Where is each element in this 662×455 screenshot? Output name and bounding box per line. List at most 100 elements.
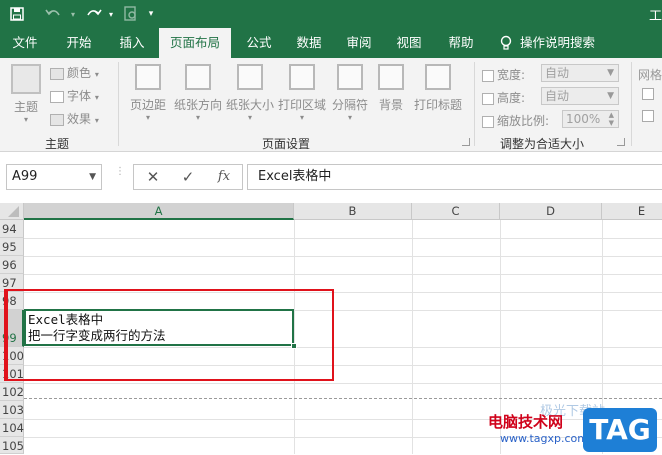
tab-review[interactable]: 审阅 <box>336 28 382 58</box>
column-header-c[interactable]: C <box>412 203 500 220</box>
scale-launcher-icon[interactable] <box>617 138 625 146</box>
themes-label: 主题 <box>13 100 38 114</box>
gridline <box>24 419 662 420</box>
colors-label: 颜色 <box>67 66 92 80</box>
row-header[interactable]: 94 <box>0 220 24 238</box>
width-value: 自动 <box>545 66 570 80</box>
save-icon[interactable] <box>6 0 28 28</box>
tab-formulas[interactable]: 公式 <box>236 28 282 58</box>
orientation-button[interactable]: 纸张方向 ▾ <box>172 64 224 122</box>
insert-function-icon[interactable]: fx <box>209 165 239 189</box>
highlight-annotation-box <box>4 289 334 381</box>
redo-dropdown-icon[interactable]: ▾ <box>100 0 122 28</box>
print-titles-button[interactable]: 打印标题 <box>412 64 464 113</box>
margins-button[interactable]: 页边距 ▾ <box>126 64 170 122</box>
effects-icon <box>50 113 64 126</box>
undo-icon[interactable] <box>42 0 64 28</box>
scale-value: 100% <box>566 112 601 126</box>
resize-handle-icon[interactable]: ⋮ <box>115 167 125 177</box>
select-all-corner[interactable] <box>0 203 24 220</box>
scale-icon <box>482 115 494 128</box>
row-header[interactable]: 102 <box>0 383 24 401</box>
group-separator <box>474 62 475 146</box>
formula-buttons: ✕ ✓ fx <box>133 164 243 190</box>
gridline <box>24 256 662 257</box>
orientation-label: 纸张方向 <box>173 98 222 112</box>
themes-group-label: 主题 <box>45 137 70 151</box>
cancel-icon[interactable]: ✕ <box>138 165 168 189</box>
breaks-icon <box>337 64 363 90</box>
scale-spinner[interactable]: 100% ▲ ▼ <box>562 110 619 128</box>
gridlines-view-checkbox[interactable] <box>642 88 654 100</box>
row-header[interactable]: 105 <box>0 437 24 454</box>
background-button[interactable]: 背景 <box>374 64 408 113</box>
formula-input[interactable]: Excel表格中 <box>247 164 662 190</box>
margins-icon <box>135 64 161 90</box>
orientation-icon <box>185 64 211 90</box>
column-header-b[interactable]: B <box>294 203 412 220</box>
height-dropdown[interactable]: 自动 ▼ <box>541 87 619 105</box>
formula-bar: A99 ▼ ⋮ ✕ ✓ fx Excel表格中 <box>0 152 662 203</box>
tab-home[interactable]: 开始 <box>53 28 105 58</box>
tab-file[interactable]: 文件 <box>0 28 50 58</box>
customize-qat-icon[interactable]: ▾ <box>140 0 162 28</box>
gridline <box>412 220 413 454</box>
themes-button[interactable]: 主题 ▾ <box>8 64 44 124</box>
highlight-annotation-bar <box>4 289 8 381</box>
theme-effects-button[interactable]: 效果 ▾ <box>50 110 99 127</box>
group-separator <box>631 62 632 146</box>
lightbulb-icon <box>500 35 512 50</box>
gridline <box>24 383 662 384</box>
width-icon <box>482 69 494 82</box>
fonts-icon <box>50 90 64 103</box>
width-label: 宽度: <box>497 68 526 82</box>
enter-icon[interactable]: ✓ <box>173 165 203 189</box>
gridline <box>24 238 662 239</box>
watermark-url: www.tagxp.com <box>500 432 588 445</box>
gridlines-heading: 网格 <box>638 68 662 82</box>
background-icon <box>378 64 404 90</box>
width-dropdown[interactable]: 自动 ▼ <box>541 64 619 82</box>
watermark-tag-logo: TAG <box>583 408 657 452</box>
row-header[interactable]: 103 <box>0 401 24 419</box>
tab-page-layout[interactable]: 页面布局 <box>159 28 231 58</box>
tab-help[interactable]: 帮助 <box>438 28 484 58</box>
height-label-row: 高度: <box>482 89 525 106</box>
print-preview-icon[interactable] <box>120 0 142 28</box>
undo-dropdown-icon[interactable]: ▾ <box>62 0 84 28</box>
print-titles-icon <box>425 64 451 90</box>
print-area-icon <box>289 64 315 90</box>
row-header[interactable]: 104 <box>0 419 24 437</box>
page-setup-launcher-icon[interactable] <box>462 138 470 146</box>
fonts-label: 字体 <box>67 89 92 103</box>
print-area-label: 打印区域 <box>277 98 326 112</box>
title-bar: ▾ ▾ ▾ 工 <box>0 0 662 28</box>
column-header-d[interactable]: D <box>500 203 602 220</box>
row-header[interactable]: 95 <box>0 238 24 256</box>
breaks-label: 分隔符 <box>331 98 368 112</box>
row-header[interactable]: 96 <box>0 256 24 274</box>
theme-fonts-button[interactable]: 字体 ▾ <box>50 87 99 104</box>
background-label: 背景 <box>378 98 403 112</box>
breaks-button[interactable]: 分隔符 ▾ <box>329 64 371 122</box>
gridlines-print-checkbox[interactable] <box>642 110 654 122</box>
ribbon-page-layout: 主题 ▾ 颜色 ▾ 字体 ▾ 效果 ▾ 主题 页边距 ▾ 纸张方向 ▾ 纸张大小… <box>0 58 662 152</box>
column-header-e[interactable]: E <box>602 203 662 220</box>
chevron-down-icon: ▼ <box>89 172 96 182</box>
colors-icon <box>50 67 64 80</box>
tab-data[interactable]: 数据 <box>286 28 332 58</box>
size-button[interactable]: 纸张大小 ▾ <box>224 64 276 122</box>
page-setup-group-label: 页面设置 <box>262 137 311 151</box>
chevron-down-icon: ▼ <box>607 68 614 78</box>
page-break-line <box>24 398 662 399</box>
tell-me-search[interactable]: 操作说明搜索 <box>500 28 595 58</box>
tell-me-label: 操作说明搜索 <box>520 35 596 50</box>
theme-colors-button[interactable]: 颜色 ▾ <box>50 64 99 81</box>
group-separator <box>118 62 119 146</box>
tab-view[interactable]: 视图 <box>386 28 432 58</box>
tab-insert[interactable]: 插入 <box>107 28 157 58</box>
height-value: 自动 <box>545 89 570 103</box>
name-box[interactable]: A99 ▼ <box>6 164 102 190</box>
print-area-button[interactable]: 打印区域 ▾ <box>276 64 328 122</box>
column-header-a[interactable]: A <box>24 203 294 220</box>
